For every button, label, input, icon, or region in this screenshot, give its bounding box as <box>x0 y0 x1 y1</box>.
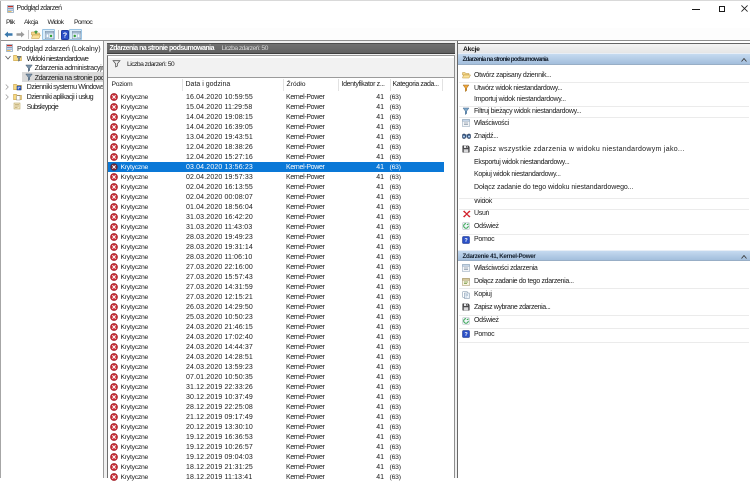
svg-text:?: ? <box>63 32 67 39</box>
